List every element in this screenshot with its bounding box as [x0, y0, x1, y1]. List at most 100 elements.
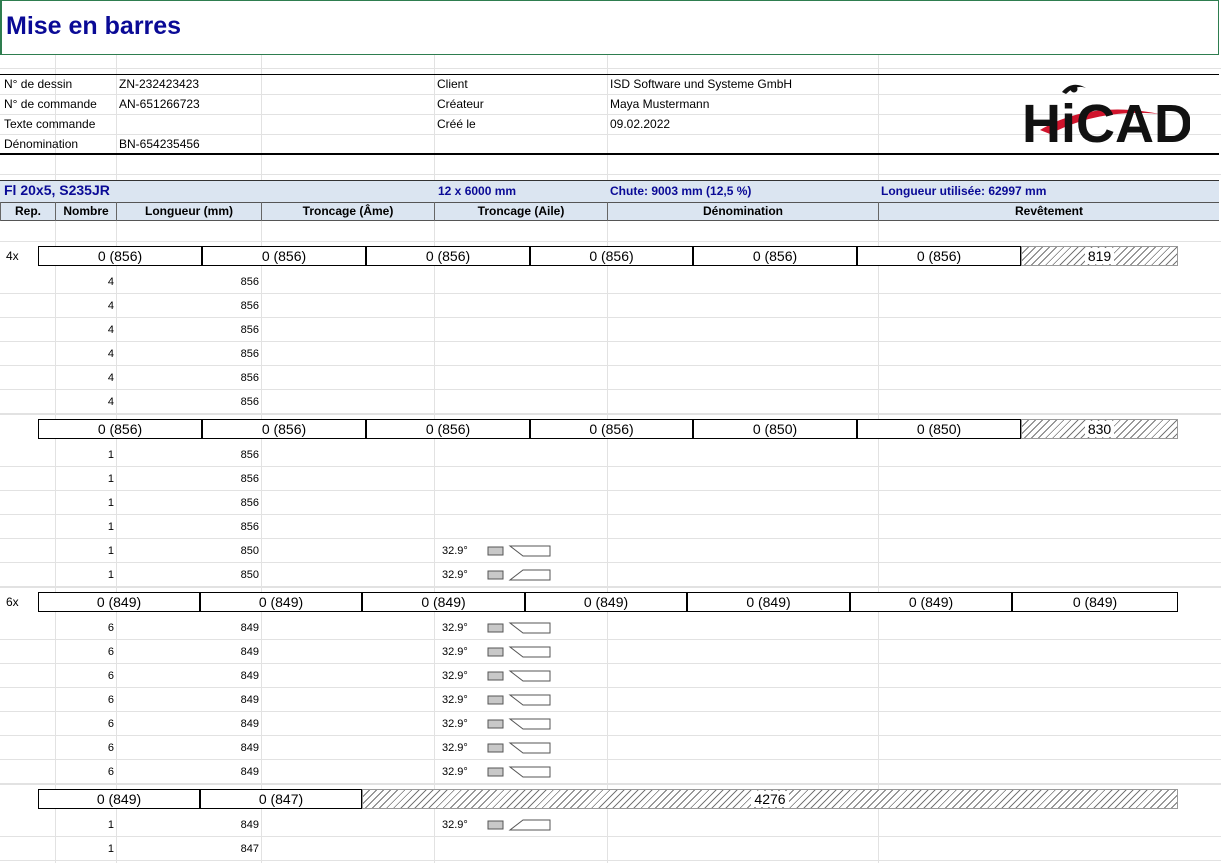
- grid-line: [0, 587, 1221, 588]
- grid-line: [0, 639, 1221, 640]
- bar-segment[interactable]: 0 (856): [366, 419, 530, 439]
- bar-segment[interactable]: 0 (849): [200, 592, 362, 612]
- grid-line: [0, 293, 1221, 294]
- row-count: 1: [107, 569, 114, 581]
- row-length: 849: [240, 742, 259, 754]
- rep-label: 4x: [6, 249, 19, 263]
- column-header[interactable]: Troncage (Aile): [434, 202, 607, 221]
- row-length: 856: [240, 449, 259, 461]
- section-profile: Fl 20x5, S235JR: [4, 182, 110, 198]
- row-count: 4: [107, 300, 114, 312]
- grid-line: [0, 784, 1221, 785]
- info-label: Client: [437, 77, 468, 91]
- bar-remnant[interactable]: 830: [1021, 419, 1178, 439]
- section-used: Longueur utilisée: 62997 mm: [881, 184, 1047, 198]
- cut-angle-icon: [487, 568, 553, 582]
- bar-remnant-label: 830: [1084, 421, 1115, 437]
- grid-line: [0, 68, 1221, 69]
- title-box: [0, 0, 1219, 55]
- rep-label: 6x: [6, 595, 19, 609]
- info-value: ISD Software und Systeme GmbH: [610, 77, 793, 91]
- bar-remnant[interactable]: 4276: [362, 789, 1178, 809]
- grid-line: [0, 735, 1221, 736]
- logo-mark: HiCAD: [1022, 84, 1193, 154]
- bar-segment[interactable]: 0 (849): [1012, 592, 1178, 612]
- bar-segment[interactable]: 0 (856): [38, 246, 202, 266]
- bar-segment[interactable]: 0 (849): [38, 592, 200, 612]
- row-count: 4: [107, 372, 114, 384]
- row-count: 1: [107, 449, 114, 461]
- bar-segment[interactable]: 0 (856): [857, 246, 1021, 266]
- grid-line: [0, 562, 1221, 563]
- info-value: BN-654235456: [119, 137, 200, 151]
- info-label: Créé le: [437, 117, 476, 131]
- column-header[interactable]: Rep.: [0, 202, 55, 221]
- cut-angle-icon: [487, 818, 553, 832]
- row-count: 1: [107, 819, 114, 831]
- bar-segment[interactable]: 0 (856): [202, 246, 366, 266]
- hicad-logo: HiCAD: [1020, 78, 1193, 154]
- info-label: N° de commande: [4, 97, 97, 111]
- row-length: 856: [240, 300, 259, 312]
- row-count: 4: [107, 276, 114, 288]
- grid-line: [0, 759, 1221, 760]
- bar-segment[interactable]: 0 (850): [693, 419, 857, 439]
- grid-line: [0, 466, 1221, 467]
- cut-angle-icon: [487, 669, 553, 683]
- bar-remnant[interactable]: 819: [1021, 246, 1178, 266]
- logo-text: HiCAD: [1022, 94, 1190, 150]
- section-stock: 12 x 6000 mm: [438, 184, 517, 198]
- row-count: 6: [107, 622, 114, 634]
- info-label: Dénomination: [4, 137, 79, 151]
- row-angle: 32.9°: [442, 622, 468, 634]
- row-length: 849: [240, 718, 259, 730]
- row-length: 849: [240, 646, 259, 658]
- cut-angle-icon: [487, 741, 553, 755]
- row-length: 856: [240, 348, 259, 360]
- row-angle: 32.9°: [442, 718, 468, 730]
- bar-segment[interactable]: 0 (849): [525, 592, 687, 612]
- column-header[interactable]: Revêtement: [878, 202, 1219, 221]
- cut-angle-icon: [487, 621, 553, 635]
- info-value: AN-651266723: [119, 97, 200, 111]
- row-angle: 32.9°: [442, 694, 468, 706]
- row-count: 1: [107, 497, 114, 509]
- column-header[interactable]: Longueur (mm): [116, 202, 261, 221]
- row-angle: 32.9°: [442, 766, 468, 778]
- grid-line: [261, 55, 262, 863]
- grid-line: [0, 174, 1221, 175]
- grid-line: [607, 55, 608, 863]
- column-header[interactable]: Dénomination: [607, 202, 878, 221]
- bar-segment[interactable]: 0 (849): [362, 592, 525, 612]
- row-angle: 32.9°: [442, 545, 468, 557]
- row-length: 856: [240, 324, 259, 336]
- grid-line: [0, 241, 1221, 242]
- bar-segment[interactable]: 0 (856): [530, 246, 693, 266]
- cut-angle-icon: [487, 645, 553, 659]
- row-count: 6: [107, 766, 114, 778]
- bar-segment[interactable]: 0 (856): [693, 246, 857, 266]
- page-title: Mise en barres: [6, 12, 182, 40]
- grid-line: [434, 55, 435, 863]
- bar-segment[interactable]: 0 (849): [38, 789, 200, 809]
- bar-segment[interactable]: 0 (850): [857, 419, 1021, 439]
- bar-segment[interactable]: 0 (856): [202, 419, 366, 439]
- grid-line: [878, 55, 879, 863]
- grid-line: [0, 836, 1221, 837]
- grid-line: [0, 414, 1221, 415]
- bar-segment[interactable]: 0 (847): [200, 789, 362, 809]
- bar-segment[interactable]: 0 (856): [38, 419, 202, 439]
- row-length: 856: [240, 396, 259, 408]
- row-length: 856: [240, 497, 259, 509]
- bar-segment[interactable]: 0 (856): [530, 419, 693, 439]
- column-header[interactable]: Troncage (Âme): [261, 202, 434, 221]
- bar-segment[interactable]: 0 (849): [850, 592, 1012, 612]
- column-header[interactable]: Nombre: [55, 202, 116, 221]
- row-length: 849: [240, 694, 259, 706]
- row-angle: 32.9°: [442, 670, 468, 682]
- bar-segment[interactable]: 0 (856): [366, 246, 530, 266]
- bar-remnant-label: 4276: [751, 791, 789, 807]
- row-count: 4: [107, 324, 114, 336]
- grid-line: [0, 490, 1221, 491]
- bar-segment[interactable]: 0 (849): [687, 592, 850, 612]
